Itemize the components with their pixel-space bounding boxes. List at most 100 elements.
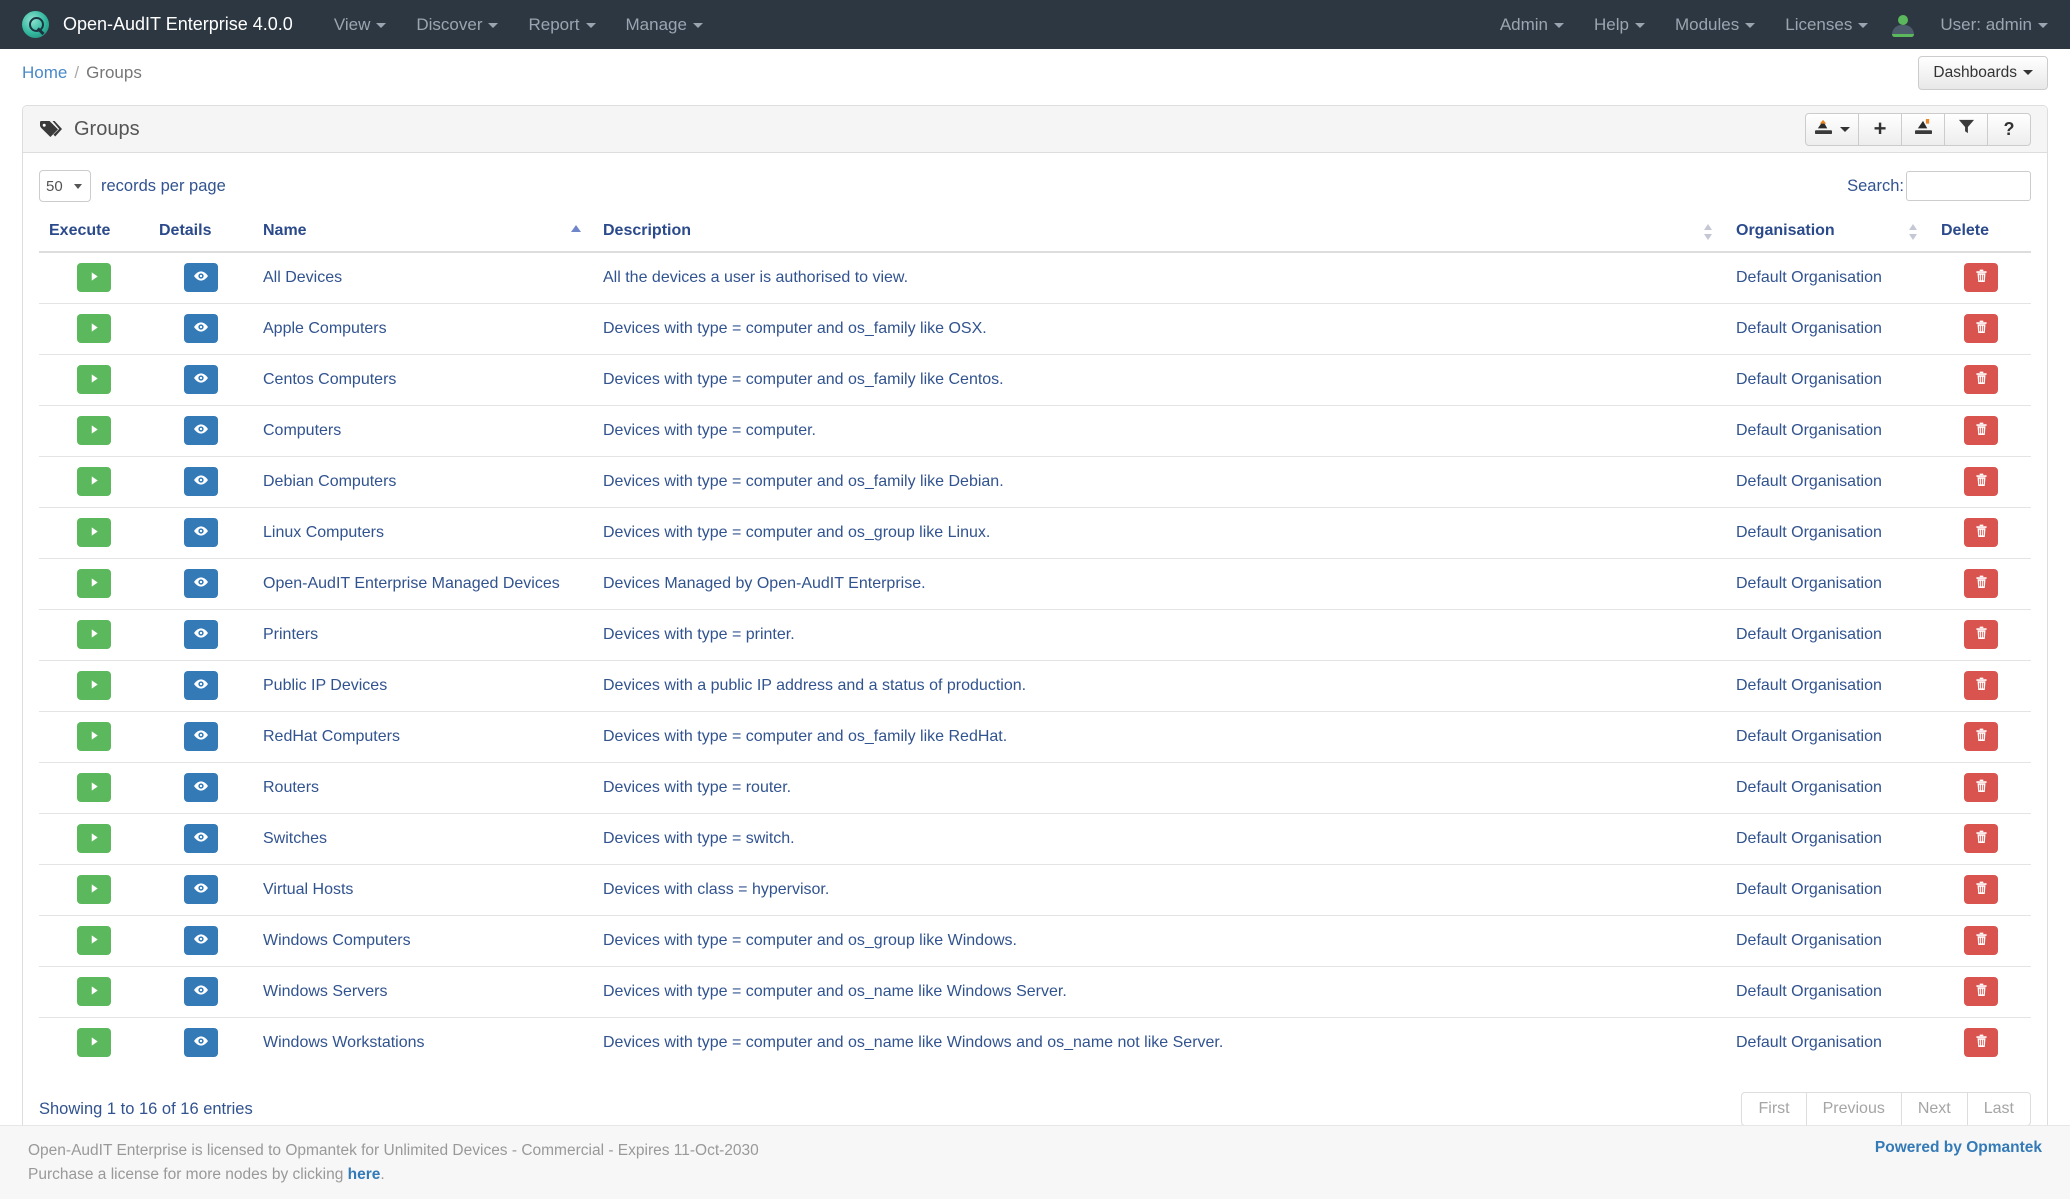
import-button[interactable] — [1902, 113, 1945, 146]
execute-button[interactable] — [77, 875, 111, 904]
details-button[interactable] — [184, 722, 218, 751]
column-header-organisation[interactable]: Organisation — [1726, 213, 1931, 252]
details-button[interactable] — [184, 569, 218, 598]
column-header-name[interactable]: Name — [253, 213, 593, 252]
pagination-next-button[interactable]: Next — [1902, 1092, 1968, 1126]
group-name-link[interactable]: Debian Computers — [263, 473, 396, 490]
pagination-previous-button[interactable]: Previous — [1807, 1092, 1902, 1126]
execute-button[interactable] — [77, 926, 111, 955]
delete-button[interactable] — [1964, 416, 1998, 445]
breadcrumb-home-link[interactable]: Home — [22, 63, 67, 83]
nav-item-licenses[interactable]: Licenses — [1770, 0, 1883, 49]
group-name-link[interactable]: RedHat Computers — [263, 728, 400, 745]
delete-button[interactable] — [1964, 365, 1998, 394]
cell-delete — [1931, 303, 2031, 354]
nav-item-help[interactable]: Help — [1579, 0, 1660, 49]
nav-item-discover[interactable]: Discover — [401, 0, 513, 49]
execute-button[interactable] — [77, 824, 111, 853]
details-button[interactable] — [184, 926, 218, 955]
execute-button[interactable] — [77, 518, 111, 547]
nav-item-view[interactable]: View — [319, 0, 402, 49]
delete-button[interactable] — [1964, 263, 1998, 292]
pagination-last-button[interactable]: Last — [1968, 1092, 2031, 1126]
details-button[interactable] — [184, 365, 218, 394]
group-name-link[interactable]: Switches — [263, 830, 327, 847]
help-button[interactable]: ? — [1988, 113, 2031, 146]
group-name-link[interactable]: Linux Computers — [263, 524, 384, 541]
cell-description: Devices with class = hypervisor. — [593, 864, 1726, 915]
details-button[interactable] — [184, 824, 218, 853]
export-button[interactable] — [1805, 113, 1859, 146]
details-button[interactable] — [184, 1028, 218, 1057]
execute-button[interactable] — [77, 773, 111, 802]
delete-button[interactable] — [1964, 671, 1998, 700]
group-name-link[interactable]: Printers — [263, 626, 318, 643]
nav-item-modules[interactable]: Modules — [1660, 0, 1770, 49]
filter-button[interactable] — [1945, 113, 1988, 146]
execute-button[interactable] — [77, 671, 111, 700]
delete-button[interactable] — [1964, 569, 1998, 598]
chevron-down-icon — [693, 23, 703, 28]
nav-item-admin[interactable]: Admin — [1485, 0, 1579, 49]
delete-button[interactable] — [1964, 875, 1998, 904]
delete-button[interactable] — [1964, 467, 1998, 496]
search-input[interactable] — [1906, 171, 2031, 201]
eye-icon — [193, 984, 209, 999]
delete-button[interactable] — [1964, 518, 1998, 547]
delete-button[interactable] — [1964, 773, 1998, 802]
delete-button[interactable] — [1964, 824, 1998, 853]
details-button[interactable] — [184, 977, 218, 1006]
group-name-link[interactable]: Centos Computers — [263, 371, 396, 388]
execute-button[interactable] — [77, 977, 111, 1006]
execute-button[interactable] — [77, 722, 111, 751]
delete-button[interactable] — [1964, 620, 1998, 649]
delete-button[interactable] — [1964, 977, 1998, 1006]
delete-button[interactable] — [1964, 314, 1998, 343]
cell-details — [149, 660, 253, 711]
group-name-link[interactable]: Computers — [263, 422, 341, 439]
add-button[interactable]: + — [1859, 113, 1902, 146]
group-name-link[interactable]: Virtual Hosts — [263, 881, 353, 898]
user-avatar-icon[interactable] — [1891, 14, 1915, 36]
execute-button[interactable] — [77, 467, 111, 496]
execute-button[interactable] — [77, 1028, 111, 1057]
delete-button[interactable] — [1964, 926, 1998, 955]
brand-title[interactable]: Open-AudIT Enterprise 4.0.0 — [63, 14, 293, 35]
purchase-license-link[interactable]: here — [348, 1166, 381, 1183]
execute-button[interactable] — [77, 263, 111, 292]
dashboards-dropdown-button[interactable]: Dashboards — [1918, 56, 2048, 90]
group-name-link[interactable]: Apple Computers — [263, 320, 387, 337]
group-name-link[interactable]: All Devices — [263, 269, 342, 286]
details-button[interactable] — [184, 518, 218, 547]
pagination-first-button[interactable]: First — [1741, 1092, 1806, 1126]
group-name-link[interactable]: Windows Workstations — [263, 1034, 425, 1051]
details-button[interactable] — [184, 416, 218, 445]
delete-button[interactable] — [1964, 722, 1998, 751]
group-name-link[interactable]: Routers — [263, 779, 319, 796]
details-button[interactable] — [184, 620, 218, 649]
delete-button[interactable] — [1964, 1028, 1998, 1057]
group-name-link[interactable]: Windows Servers — [263, 983, 387, 1000]
execute-button[interactable] — [77, 416, 111, 445]
pagination: First Previous Next Last — [1741, 1092, 2031, 1126]
column-header-description[interactable]: Description — [593, 213, 1726, 252]
nav-item-manage[interactable]: Manage — [611, 0, 718, 49]
details-button[interactable] — [184, 773, 218, 802]
group-name-link[interactable]: Public IP Devices — [263, 677, 387, 694]
details-button[interactable] — [184, 875, 218, 904]
nav-item-user[interactable]: User: admin — [1925, 0, 2048, 49]
page-length-select[interactable]: 50 — [39, 170, 91, 202]
group-name-link[interactable]: Windows Computers — [263, 932, 411, 949]
nav-item-report[interactable]: Report — [513, 0, 610, 49]
details-button[interactable] — [184, 467, 218, 496]
details-button[interactable] — [184, 671, 218, 700]
execute-button[interactable] — [77, 365, 111, 394]
execute-button[interactable] — [77, 620, 111, 649]
execute-button[interactable] — [77, 569, 111, 598]
details-button[interactable] — [184, 263, 218, 292]
group-name-link[interactable]: Open-AudIT Enterprise Managed Devices — [263, 575, 560, 592]
details-button[interactable] — [184, 314, 218, 343]
execute-button[interactable] — [77, 314, 111, 343]
powered-by-link[interactable]: Powered by Opmantek — [1875, 1139, 2042, 1157]
magnifier-logo-icon[interactable] — [22, 11, 49, 38]
